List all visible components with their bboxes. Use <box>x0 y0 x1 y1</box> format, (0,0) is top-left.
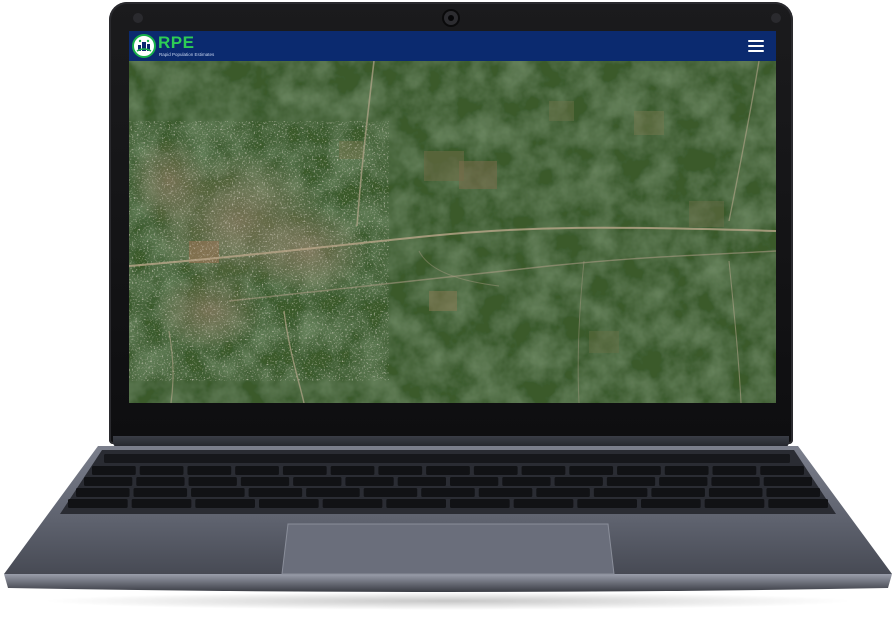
keyboard-key <box>502 477 551 486</box>
keyboard-key <box>513 499 574 508</box>
laptop-shadow <box>40 592 856 610</box>
keyboard-key <box>712 466 757 475</box>
keyboard-key <box>569 466 614 475</box>
keyboard-key <box>235 466 279 475</box>
rpe-emblem-icon[interactable] <box>132 34 156 58</box>
hamburger-menu-icon[interactable] <box>748 40 764 53</box>
navbar: RPE Rapid Population Estimates <box>129 31 776 61</box>
keyboard-key <box>704 499 765 508</box>
keyboard-key <box>641 499 701 508</box>
keyboard-key <box>478 488 533 497</box>
keyboard-key <box>760 466 804 475</box>
keyboard-key <box>577 499 637 508</box>
keyboard-key <box>606 477 656 486</box>
keyboard-key <box>68 499 128 508</box>
keyboard-key <box>378 466 423 475</box>
keyboard-key <box>421 488 475 497</box>
keyboard-key <box>139 466 184 475</box>
keyboard-key <box>473 466 518 475</box>
keyboard-key <box>593 488 648 497</box>
keyboard-key <box>84 477 133 486</box>
keyboard-key <box>136 477 185 486</box>
keyboard-key <box>133 488 188 497</box>
keyboard-key <box>191 488 245 497</box>
keyboard-key <box>536 488 590 497</box>
keyboard-key <box>248 488 303 497</box>
keyboard-key <box>195 499 255 508</box>
keyboard-key <box>293 477 342 486</box>
keyboard-key <box>188 477 237 486</box>
keyboard-key <box>92 466 136 475</box>
keyboard-key <box>386 499 446 508</box>
satellite-map[interactable] <box>129 61 776 403</box>
keyboard-key <box>708 488 763 497</box>
keyboard-key <box>768 499 828 508</box>
keyboard-key <box>187 466 232 475</box>
laptop-keyboard-deck <box>4 446 892 592</box>
keyboard-key <box>345 477 394 486</box>
keyboard-key <box>554 477 603 486</box>
lid-bumper <box>771 13 781 23</box>
keyboard-key <box>651 488 705 497</box>
keyboard-key <box>131 499 192 508</box>
keyboard-key <box>426 466 470 475</box>
keyboard-key <box>330 466 375 475</box>
keyboard-key <box>306 488 360 497</box>
webcam-icon <box>444 11 458 25</box>
keyboard-key <box>711 477 760 486</box>
keyboard-key <box>763 477 812 486</box>
keyboard-key <box>659 477 708 486</box>
keyboard-key <box>282 466 327 475</box>
keyboard-key <box>322 499 383 508</box>
laptop-screen: RPE Rapid Population Estimates <box>129 31 776 403</box>
keyboard-key <box>521 466 566 475</box>
keyboard-key <box>664 466 709 475</box>
keyboard-key <box>450 499 510 508</box>
keyboard-key <box>766 488 820 497</box>
keyboard-key <box>76 488 130 497</box>
keyboard-key <box>397 477 446 486</box>
keyboard-key <box>617 466 661 475</box>
keyboard-key <box>450 477 499 486</box>
logo-tagline: Rapid Population Estimates <box>159 52 215 57</box>
lid-bumper <box>133 13 143 23</box>
logo-wordmark[interactable]: RPE <box>158 34 194 52</box>
keyboard-key <box>259 499 319 508</box>
keyboard-key <box>240 477 290 486</box>
keyboard-key <box>363 488 418 497</box>
